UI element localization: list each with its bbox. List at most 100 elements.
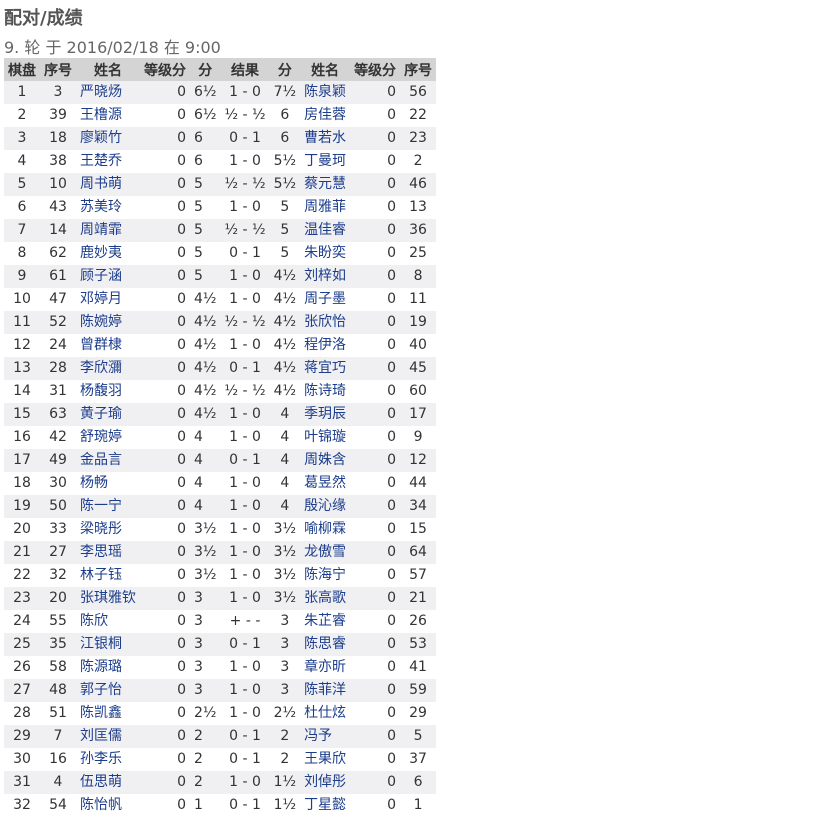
player-name-white[interactable]: 陈源璐 [76, 656, 140, 679]
player-name-white[interactable]: 曾群棣 [76, 334, 140, 357]
player-name-black[interactable]: 丁曼珂 [300, 150, 351, 173]
player-name-black[interactable]: 陈诗琦 [300, 380, 351, 403]
player-name-white[interactable]: 李思瑶 [76, 541, 140, 564]
seed-black: 22 [400, 104, 437, 127]
points-black: 3 [269, 679, 301, 702]
result: 1 - 0 [220, 150, 270, 173]
player-name-white[interactable]: 陈婉婷 [76, 311, 140, 334]
player-name-black[interactable]: 陈思睿 [300, 633, 351, 656]
player-name-black[interactable]: 张高歌 [300, 587, 351, 610]
player-name-black[interactable]: 刘倬彤 [300, 771, 351, 794]
board-number: 16 [4, 426, 40, 449]
rating-black: 0 [350, 104, 401, 127]
player-name-white[interactable]: 杨馥羽 [76, 380, 140, 403]
player-name-white[interactable]: 郭子怡 [76, 679, 140, 702]
player-name-black[interactable]: 章亦昕 [300, 656, 351, 679]
player-name-black[interactable]: 陈菲洋 [300, 679, 351, 702]
player-name-black[interactable]: 葛昱然 [300, 472, 351, 495]
points-black: 5½ [269, 150, 301, 173]
player-name-white[interactable]: 金品言 [76, 449, 140, 472]
points-white: 3 [190, 633, 221, 656]
rating-black: 0 [350, 265, 401, 288]
seed-white: 38 [40, 150, 76, 173]
player-name-black[interactable]: 温佳睿 [300, 219, 351, 242]
player-name-white[interactable]: 邓婷月 [76, 288, 140, 311]
player-name-black[interactable]: 龙傲雪 [300, 541, 351, 564]
board-number: 5 [4, 173, 40, 196]
player-name-white[interactable]: 周书萌 [76, 173, 140, 196]
player-name-black[interactable]: 杜仕炫 [300, 702, 351, 725]
player-name-white[interactable]: 梁晓彤 [76, 518, 140, 541]
seed-white: 39 [40, 104, 76, 127]
player-name-black[interactable]: 季玥辰 [300, 403, 351, 426]
header-board: 棋盘 [4, 58, 40, 81]
player-name-white[interactable]: 顾子涵 [76, 265, 140, 288]
rating-black: 0 [350, 81, 401, 104]
player-name-white[interactable]: 王楚乔 [76, 150, 140, 173]
rating-black: 0 [350, 725, 401, 748]
player-name-white[interactable]: 林子钰 [76, 564, 140, 587]
player-name-black[interactable]: 陈泉颖 [300, 81, 351, 104]
player-name-white[interactable]: 周靖霏 [76, 219, 140, 242]
player-name-white[interactable]: 苏美玲 [76, 196, 140, 219]
player-name-white[interactable]: 陈凯鑫 [76, 702, 140, 725]
player-name-black[interactable]: 冯予 [300, 725, 351, 748]
player-name-white[interactable]: 陈怡帆 [76, 794, 140, 817]
seed-black: 64 [400, 541, 437, 564]
seed-black: 37 [400, 748, 437, 771]
player-name-black[interactable]: 陈海宁 [300, 564, 351, 587]
rating-white: 0 [140, 104, 190, 127]
player-name-black[interactable]: 叶锦璇 [300, 426, 351, 449]
player-name-white[interactable]: 鹿妙夷 [76, 242, 140, 265]
player-name-black[interactable]: 蔡元慧 [300, 173, 351, 196]
board-number: 25 [4, 633, 40, 656]
player-name-black[interactable]: 房佳蓉 [300, 104, 351, 127]
player-name-white[interactable]: 陈欣 [76, 610, 140, 633]
rating-black: 0 [350, 127, 401, 150]
player-name-white[interactable]: 廖颖竹 [76, 127, 140, 150]
table-row: 5 10 周书萌 0 5 ½ - ½ 5½ 蔡元慧 0 46 [4, 173, 437, 196]
player-name-black[interactable]: 蒋宜巧 [300, 357, 351, 380]
seed-black: 26 [400, 610, 437, 633]
player-name-white[interactable]: 杨畅 [76, 472, 140, 495]
player-name-white[interactable]: 李欣瀰 [76, 357, 140, 380]
table-row: 18 30 杨畅 0 4 1 - 0 4 葛昱然 0 44 [4, 472, 437, 495]
player-name-black[interactable]: 程伊洛 [300, 334, 351, 357]
table-row: 31 4 伍思萌 0 2 1 - 0 1½ 刘倬彤 0 6 [4, 771, 437, 794]
rating-white: 0 [140, 150, 190, 173]
seed-white: 31 [40, 380, 76, 403]
seed-black: 5 [400, 725, 437, 748]
player-name-white[interactable]: 陈一宁 [76, 495, 140, 518]
seed-white: 50 [40, 495, 76, 518]
player-name-black[interactable]: 殷沁缘 [300, 495, 351, 518]
rating-white: 0 [140, 771, 190, 794]
player-name-white[interactable]: 伍思萌 [76, 771, 140, 794]
player-name-black[interactable]: 周雅菲 [300, 196, 351, 219]
player-name-white[interactable]: 王橹源 [76, 104, 140, 127]
player-name-white[interactable]: 刘匡儒 [76, 725, 140, 748]
player-name-black[interactable]: 王果欣 [300, 748, 351, 771]
player-name-white[interactable]: 黄子瑜 [76, 403, 140, 426]
seed-white: 51 [40, 702, 76, 725]
player-name-white[interactable]: 严晓炀 [76, 81, 140, 104]
player-name-black[interactable]: 朱芷睿 [300, 610, 351, 633]
player-name-black[interactable]: 周姝含 [300, 449, 351, 472]
player-name-black[interactable]: 朱盼奕 [300, 242, 351, 265]
player-name-white[interactable]: 舒琬婷 [76, 426, 140, 449]
player-name-white[interactable]: 张琪雅钦 [76, 587, 140, 610]
header-points-black: 分 [269, 58, 301, 81]
board-number: 4 [4, 150, 40, 173]
player-name-black[interactable]: 周子墨 [300, 288, 351, 311]
player-name-black[interactable]: 丁星懿 [300, 794, 351, 817]
board-number: 24 [4, 610, 40, 633]
header-seed-black: 序号 [400, 58, 437, 81]
player-name-black[interactable]: 喻柳霖 [300, 518, 351, 541]
player-name-black[interactable]: 刘梓如 [300, 265, 351, 288]
player-name-white[interactable]: 孙李乐 [76, 748, 140, 771]
player-name-black[interactable]: 曹若水 [300, 127, 351, 150]
table-row: 17 49 金品言 0 4 0 - 1 4 周姝含 0 12 [4, 449, 437, 472]
player-name-black[interactable]: 张欣怡 [300, 311, 351, 334]
rating-black: 0 [350, 150, 401, 173]
table-row: 30 16 孙李乐 0 2 0 - 1 2 王果欣 0 37 [4, 748, 437, 771]
player-name-white[interactable]: 江银桐 [76, 633, 140, 656]
